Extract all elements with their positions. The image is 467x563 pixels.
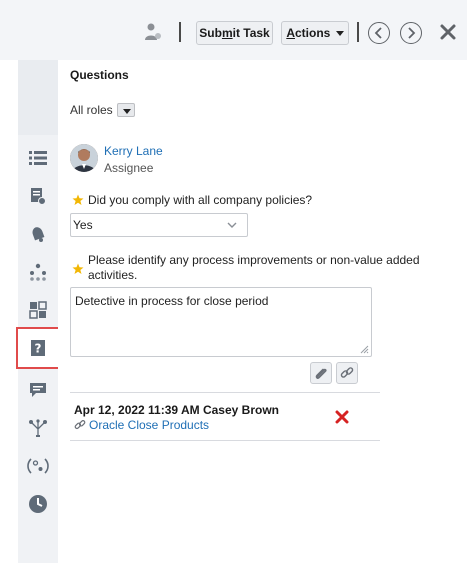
toolbar-separator	[357, 22, 359, 42]
rail-item-variables[interactable]	[18, 447, 58, 485]
rail-header	[18, 60, 58, 135]
divider	[70, 440, 380, 441]
actions-label-a: A	[286, 26, 295, 40]
resize-grip-icon[interactable]	[359, 344, 369, 354]
bell-icon	[32, 227, 45, 242]
next-button[interactable]	[400, 22, 422, 44]
document-icon	[31, 188, 46, 205]
attachment-timestamp-author: Apr 12, 2022 11:39 AM Casey Brown	[74, 403, 279, 417]
paperclip-icon	[315, 368, 327, 379]
assignee-name[interactable]: Kerry Lane	[104, 144, 163, 158]
toolbar: Submit Task Actions	[0, 0, 467, 60]
svg-text:?: ?	[35, 342, 42, 356]
question-2-answer-textarea[interactable]: Detective in process for close period	[70, 287, 372, 357]
question-1-text: Did you comply with all company policies…	[88, 193, 313, 207]
question-2-answer-value: Detective in process for close period	[75, 294, 269, 308]
variable-icon	[27, 458, 49, 474]
clock-icon	[29, 495, 47, 513]
question-1-answer-select[interactable]: Yes	[70, 213, 248, 237]
close-icon[interactable]	[438, 22, 458, 42]
grid-icon	[29, 301, 47, 319]
toolbar-separator	[179, 22, 181, 42]
submit-label-a: Sub	[199, 26, 222, 40]
question-1-answer-value: Yes	[73, 218, 93, 232]
assignee-role: Assignee	[104, 161, 154, 175]
panel-title: Questions	[70, 68, 129, 82]
side-rail: ?	[16, 135, 60, 563]
roles-filter-label: All roles	[70, 103, 113, 117]
delete-icon[interactable]	[335, 410, 349, 424]
list-icon	[29, 151, 47, 165]
person-photo-icon	[70, 144, 98, 172]
question-2-text: Please identify any process improvements…	[88, 253, 420, 282]
rail-item-grid[interactable]	[18, 291, 58, 329]
rail-item-documents[interactable]	[18, 177, 58, 215]
submit-task-button[interactable]: Submit Task	[196, 21, 273, 45]
actions-label-b: ctions	[294, 26, 331, 40]
required-star-icon	[72, 263, 84, 274]
rail-item-comments[interactable]	[18, 371, 58, 409]
link-icon	[74, 420, 86, 430]
workflow-icon	[29, 419, 47, 437]
attachment-link-text: Oracle Close Products	[89, 418, 210, 432]
submit-label-b: m	[221, 26, 233, 40]
question-icon: ?	[31, 340, 45, 356]
attach-link-button[interactable]	[336, 362, 358, 384]
rail-item-hierarchy[interactable]	[18, 253, 58, 291]
roles-filter[interactable]: All roles	[70, 103, 135, 117]
comment-icon	[30, 383, 46, 397]
divider	[70, 392, 380, 393]
link-icon	[340, 367, 354, 378]
attach-file-button[interactable]	[310, 362, 332, 384]
hierarchy-icon	[30, 263, 46, 281]
submit-label-c: it Task	[232, 26, 270, 40]
chevron-down-icon[interactable]	[116, 103, 135, 117]
rail-item-alerts[interactable]	[18, 215, 58, 253]
previous-button[interactable]	[368, 22, 390, 44]
actions-button[interactable]: Actions	[281, 21, 349, 45]
required-star-icon	[72, 194, 84, 205]
rail-item-history[interactable]	[18, 485, 58, 523]
attachment-link[interactable]: Oracle Close Products	[74, 418, 209, 432]
chevron-right-icon	[408, 27, 416, 39]
avatar	[70, 144, 98, 172]
reassign-user-icon[interactable]	[144, 22, 162, 42]
rail-item-workflow[interactable]	[18, 409, 58, 447]
rail-item-list[interactable]	[18, 139, 58, 177]
chevron-down-icon	[335, 31, 344, 36]
rail-item-questions[interactable]: ?	[16, 327, 60, 369]
chevron-down-icon	[227, 222, 237, 228]
chevron-left-icon	[374, 27, 382, 39]
questions-panel: Questions All roles Kerry Lane Assignee …	[58, 60, 467, 563]
